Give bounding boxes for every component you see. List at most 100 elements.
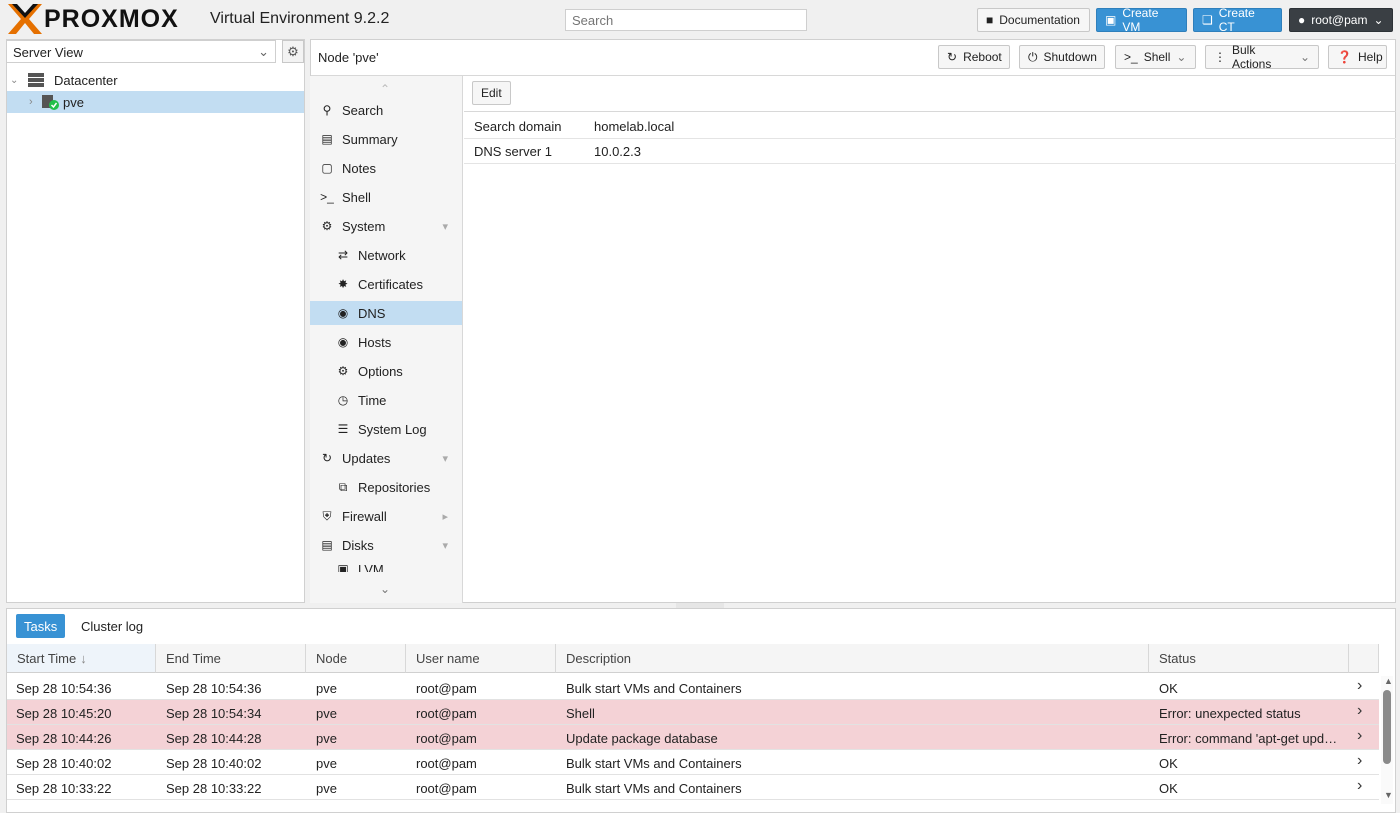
menu-item-lvm[interactable]: ▣ LVM [310, 562, 462, 572]
caret-down-icon: ▾ [442, 220, 448, 233]
menu-item-summary[interactable]: ▤ Summary [310, 127, 462, 151]
chevron-right-icon[interactable]: › [1357, 727, 1362, 745]
cell-start: Sep 28 10:54:36 [16, 681, 112, 696]
caret-down-icon: ▾ [442, 452, 448, 465]
col-description[interactable]: Description [556, 644, 1149, 673]
col-user[interactable]: User name [406, 644, 556, 673]
menu-item-shell[interactable]: >_ Shell [310, 185, 462, 209]
documentation-button[interactable]: ■ Documentation [977, 8, 1090, 32]
brand-name: PROXMOX [44, 4, 179, 33]
menu-item-notes[interactable]: ▢ Notes [310, 156, 462, 180]
cell-node: pve [316, 681, 337, 696]
cube-icon: ❏ [1202, 13, 1213, 27]
menu-item-firewall[interactable]: ⛨ Firewall ▸ [310, 504, 462, 528]
globe-icon: ◉ [337, 335, 349, 349]
menu-item-certificates[interactable]: ✸ Certificates [310, 272, 462, 296]
create-ct-button[interactable]: ❏ Create CT [1193, 6, 1282, 34]
col-start-time[interactable]: Start Time ↓ [7, 644, 156, 673]
chevron-down-icon: ⌄ [1299, 50, 1310, 64]
scrollbar-thumb[interactable] [1383, 690, 1391, 764]
cell-status: Error: command 'apt-get update' failed: … [1159, 731, 1339, 746]
gear-icon: ⚙ [287, 43, 299, 59]
view-select[interactable]: Server View ⌄ [6, 40, 276, 63]
chevron-down-icon[interactable]: ▼ [1384, 790, 1393, 800]
cell-user: root@pam [416, 781, 477, 796]
ellipsis-vertical-icon: ⋮ [1214, 50, 1226, 64]
resource-tree [6, 39, 305, 603]
sort-desc-icon: ↓ [80, 650, 87, 666]
edit-button[interactable]: Edit [472, 81, 511, 105]
chevron-right-icon[interactable]: › [1357, 777, 1362, 795]
menu-item-options[interactable]: ⚙ Options [310, 359, 462, 383]
menu-item-repositories[interactable]: ⧉ Repositories [310, 475, 462, 499]
caret-right-icon: ▸ [442, 510, 448, 523]
create-vm-button[interactable]: ▣ Create VM [1096, 6, 1187, 34]
cell-desc: Shell [566, 706, 595, 721]
proxmox-x-icon [8, 4, 42, 34]
terminal-icon: >_ [320, 190, 334, 204]
table-row[interactable]: Sep 28 10:45:20 Sep 28 10:54:34 pve root@pa… [7, 700, 1379, 725]
product-version: Virtual Environment 9.2.2 [210, 10, 390, 27]
task-scrollbar[interactable]: ▲ ▼ [1381, 676, 1393, 804]
shutdown-button[interactable]: ⏻ Shutdown [1019, 45, 1105, 69]
tab-tasks[interactable]: Tasks [16, 614, 66, 638]
col-end-time[interactable]: End Time [156, 644, 306, 673]
files-icon: ⧉ [338, 479, 348, 494]
cell-start: Sep 28 10:33:22 [16, 781, 112, 796]
dns-row-dns1[interactable]: DNS server 1 10.0.2.3 [464, 139, 1396, 164]
menu-item-disks[interactable]: ▤ Disks ▾ [310, 533, 462, 557]
chevron-right-icon[interactable]: › [1357, 752, 1362, 770]
menu-item-hosts[interactable]: ◉ Hosts [310, 330, 462, 354]
dns-toolbar [464, 76, 1396, 112]
menu-item-search[interactable]: ⚲ Search [310, 98, 462, 122]
menu-item-time[interactable]: ◷ Time [310, 388, 462, 412]
chevron-down-icon: ⌄ [258, 44, 269, 59]
refresh-icon: ↻ [321, 451, 333, 465]
table-row[interactable]: Sep 28 10:44:26 Sep 28 10:44:28 pve root@pa… [7, 725, 1379, 750]
dns-row-search-domain[interactable]: Search domain homelab.local [464, 114, 1396, 139]
caret-down-icon: ▾ [442, 539, 448, 552]
cell-user: root@pam [416, 756, 477, 771]
shell-button[interactable]: >_ Shell ⌄ [1115, 45, 1196, 69]
chevron-up-icon[interactable]: ⌃ [380, 82, 390, 96]
cell-end: Sep 28 10:33:22 [166, 781, 262, 796]
node-online-icon [41, 94, 63, 110]
gears-icon: ⚙ [321, 219, 333, 233]
menu-item-network[interactable]: ⇄ Network [310, 243, 462, 267]
user-menu-button[interactable]: ● root@pam ⌄ [1289, 8, 1393, 32]
menu-item-system[interactable]: ⚙ System ▾ [310, 214, 462, 238]
chevron-right-icon[interactable]: › [1357, 702, 1362, 720]
col-status[interactable]: Status [1149, 644, 1349, 673]
question-icon: ❓ [1337, 50, 1352, 64]
top-header: PROXMOX Virtual Environment 9.2.2 ■ Docu… [0, 0, 1400, 39]
cell-desc: Bulk start VMs and Containers [566, 781, 742, 796]
help-button[interactable]: ❓ Help [1328, 45, 1387, 69]
menu-item-dns[interactable]: ◉ DNS [310, 301, 462, 325]
cell-desc: Update package database [566, 731, 718, 746]
col-node[interactable]: Node [306, 644, 406, 673]
tree-item-pve[interactable]: › pve [7, 91, 304, 113]
certificate-icon: ✸ [337, 277, 349, 291]
table-row[interactable]: Sep 28 10:54:36 Sep 28 10:54:36 pve root@pa… [7, 675, 1379, 700]
cell-desc: Bulk start VMs and Containers [566, 756, 742, 771]
search-input[interactable] [565, 9, 807, 31]
panel-title: Node 'pve' [318, 50, 379, 65]
tab-cluster-log[interactable]: Cluster log [73, 614, 151, 638]
menu-item-updates[interactable]: ↻ Updates ▾ [310, 446, 462, 470]
tree-settings-button[interactable]: ⚙ [282, 40, 304, 63]
proxmox-logo[interactable]: PROXMOX [8, 4, 179, 34]
table-row[interactable]: Sep 28 10:40:02 Sep 28 10:40:02 pve root@pa… [7, 750, 1379, 775]
terminal-icon: >_ [1124, 50, 1138, 64]
reboot-button[interactable]: ↻ Reboot [938, 45, 1010, 69]
cell-status: OK [1159, 756, 1178, 771]
table-row[interactable]: Sep 28 10:33:22 Sep 28 10:33:22 pve root@pa… [7, 775, 1379, 800]
tree-item-datacenter[interactable]: ⌄ Datacenter [7, 69, 304, 91]
cell-end: Sep 28 10:54:34 [166, 706, 262, 721]
menu-item-system-log[interactable]: ☰ System Log [310, 417, 462, 441]
chevron-right-icon[interactable]: › [1357, 677, 1362, 695]
bulk-actions-button[interactable]: ⋮ Bulk Actions ⌄ [1205, 43, 1319, 71]
cell-status: OK [1159, 781, 1178, 796]
chevron-up-icon[interactable]: ▲ [1384, 676, 1393, 686]
chevron-down-icon[interactable]: ⌄ [380, 582, 390, 596]
shield-icon: ⛨ [322, 508, 332, 523]
